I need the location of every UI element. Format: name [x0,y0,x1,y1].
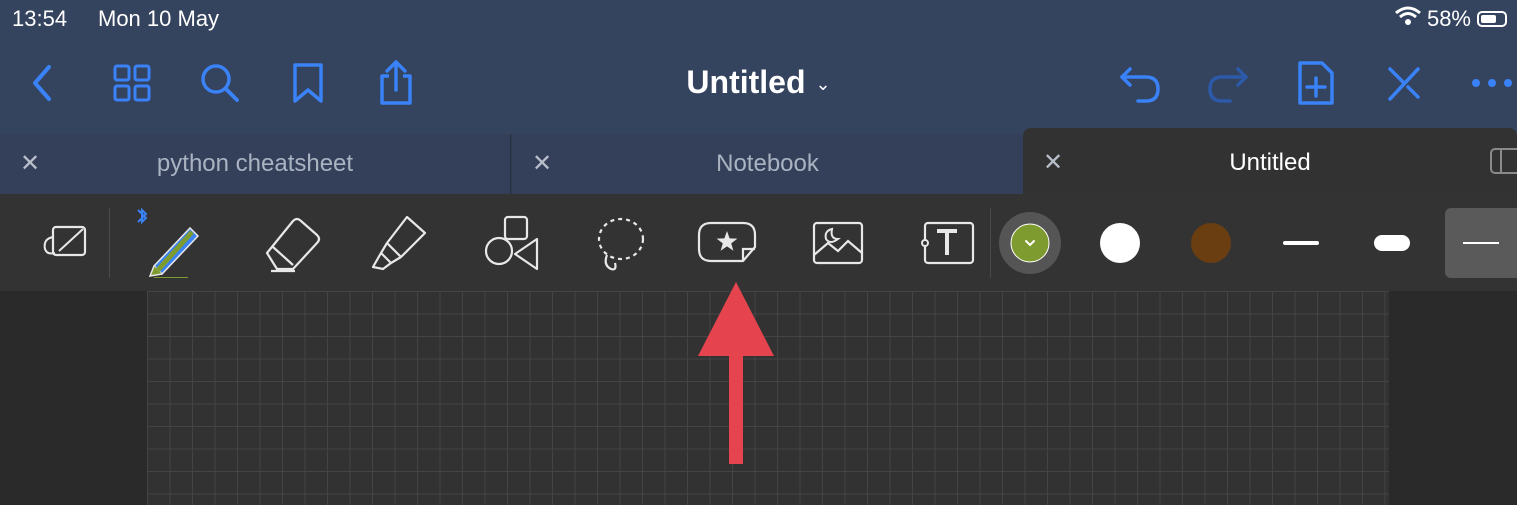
toolbar-divider [990,208,991,278]
tab-label: Notebook [716,150,819,177]
elements-tool[interactable] [692,208,762,278]
drawing-toolbar [0,194,1517,291]
ellipsis-icon [1472,79,1512,87]
pen-tool[interactable] [132,208,202,278]
color-swatch-white[interactable] [1085,208,1155,278]
eraser-icon [265,217,321,273]
more-button[interactable] [1467,58,1517,108]
undo-button[interactable] [1115,58,1165,108]
split-view-icon[interactable] [1489,147,1517,180]
status-date: Mon 10 May [98,6,220,31]
status-time: 13:54 [12,6,68,31]
status-right: 58% [1394,6,1507,32]
color-swatch-green[interactable] [995,208,1065,278]
image-tool[interactable] [803,208,873,278]
read-only-mode-icon [43,225,87,257]
add-page-icon [1298,61,1334,105]
lasso-icon [597,217,645,271]
wifi-icon [1394,6,1421,32]
shapes-icon [484,215,539,271]
stroke-width-thick[interactable] [1357,208,1427,278]
text-tool[interactable] [912,208,982,278]
chevron-down-icon: ⌄ [815,74,831,95]
document-title-button[interactable]: Untitled ⌄ [0,64,1517,101]
color-swatch-brown[interactable] [1176,208,1246,278]
tab-python-cheatsheet[interactable]: ✕ python cheatsheet [0,134,511,194]
top-bar: 13:54 Mon 10 May 58% Untitled ⌄ [0,0,1517,136]
selected-color-swatch [999,212,1061,274]
highlighter-tool[interactable] [364,208,434,278]
redo-button[interactable] [1203,58,1253,108]
stroke-width-thin-selected[interactable] [1445,208,1517,278]
highlighter-icon [371,215,427,271]
lasso-tool[interactable] [584,208,654,278]
stroke-width-medium[interactable] [1266,208,1336,278]
battery-percent: 58% [1426,6,1471,31]
tab-label: Untitled [1229,149,1311,176]
add-page-button[interactable] [1291,58,1341,108]
eraser-tool[interactable] [256,208,326,278]
sticker-star-icon [697,221,757,263]
battery-icon [1477,11,1507,27]
document-title: Untitled [686,64,806,100]
image-icon [812,221,864,265]
tab-bar: ✕ python cheatsheet ✕ Notebook ✕ Untitle… [0,128,1517,194]
pen-settings-button[interactable] [1379,58,1429,108]
read-only-mode-tool[interactable] [30,208,100,278]
tab-untitled[interactable]: ✕ Untitled [1023,128,1517,194]
shapes-tool[interactable] [476,208,546,278]
tab-label: python cheatsheet [156,150,354,177]
toolbar-divider [109,208,110,278]
pen-icon [137,208,200,278]
redo-icon [1208,67,1248,103]
undo-icon [1120,67,1160,103]
pencil-cross-icon [1388,67,1420,101]
text-box-icon [921,221,975,265]
tab-notebook[interactable]: ✕ Notebook [512,134,1023,194]
red-arrow-annotation [696,280,776,471]
